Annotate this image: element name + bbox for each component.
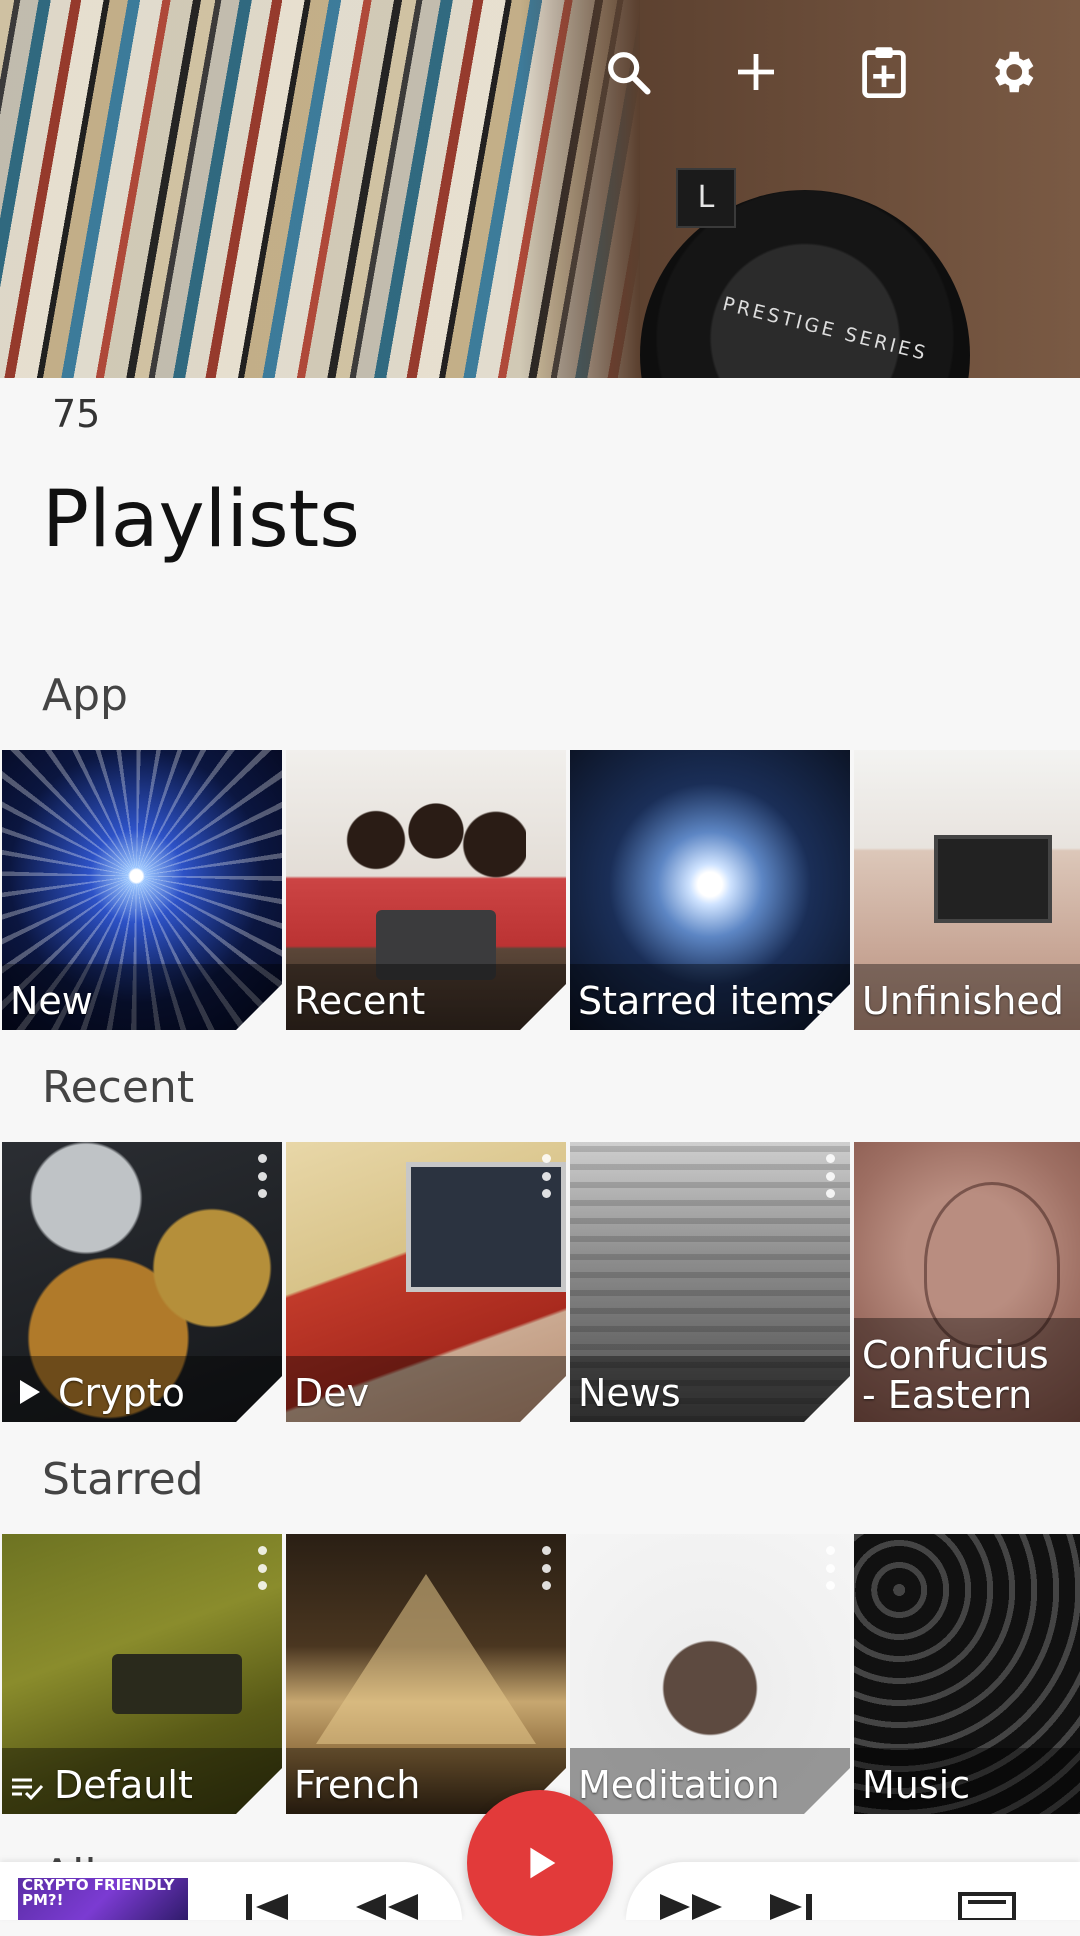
more-options-icon[interactable] xyxy=(540,1546,552,1590)
tile-french[interactable]: French xyxy=(286,1534,566,1814)
tile-label: Music xyxy=(862,1763,971,1808)
more-options-icon[interactable] xyxy=(824,1154,836,1198)
section-title-starred: Starred xyxy=(42,1454,204,1505)
tile-new[interactable]: New xyxy=(2,750,282,1030)
header-image: L PRESTIGE SERIES xyxy=(0,0,1080,378)
playlist-count: 75 xyxy=(52,392,101,436)
tile-label: Crypto xyxy=(58,1371,185,1416)
tile-label: Dev xyxy=(294,1371,370,1416)
fast-forward-icon[interactable] xyxy=(656,1890,726,1920)
queue-icon[interactable] xyxy=(956,1890,1018,1920)
more-options-icon[interactable] xyxy=(824,1546,836,1590)
paste-button[interactable] xyxy=(840,40,928,104)
play-icon xyxy=(530,1847,556,1879)
starred-playlists-row: Default French Meditation Music xyxy=(0,1534,1080,1816)
now-playing-thumbnail[interactable]: CRYPTO FRIENDLY PM?! xyxy=(18,1878,188,1920)
tile-music[interactable]: Music xyxy=(854,1534,1080,1814)
tile-label: French xyxy=(294,1763,421,1808)
tile-label: Confucius - Eastern xyxy=(862,1333,1049,1418)
tile-label: Meditation xyxy=(578,1763,780,1808)
header-actions xyxy=(584,40,1056,104)
page-title: Playlists xyxy=(42,475,360,565)
clipboard-add-icon xyxy=(862,47,906,99)
rewind-icon[interactable] xyxy=(352,1890,422,1920)
app-playlists-row: New Recent Starred items Unfinished xyxy=(0,750,1080,1032)
tile-confucius[interactable]: Confucius - Eastern xyxy=(854,1142,1080,1422)
play-button[interactable] xyxy=(467,1790,613,1936)
tile-label: Recent xyxy=(294,979,426,1024)
tile-dev[interactable]: Dev xyxy=(286,1142,566,1422)
tile-unfinished[interactable]: Unfinished xyxy=(854,750,1080,1030)
skip-previous-icon[interactable] xyxy=(244,1890,292,1920)
tile-label: News xyxy=(578,1371,681,1416)
tile-recent[interactable]: Recent xyxy=(286,750,566,1030)
player-right-panel xyxy=(626,1862,1080,1920)
tile-label: Default xyxy=(54,1763,193,1808)
search-icon xyxy=(608,52,651,95)
tile-label: Starred items xyxy=(578,979,836,1024)
tile-meditation[interactable]: Meditation xyxy=(570,1534,850,1814)
more-options-icon[interactable] xyxy=(256,1154,268,1198)
tile-default[interactable]: Default xyxy=(2,1534,282,1814)
tile-news[interactable]: News xyxy=(570,1142,850,1422)
skip-next-icon[interactable] xyxy=(766,1890,814,1920)
tile-label: New xyxy=(10,979,93,1024)
settings-icon xyxy=(995,51,1034,93)
add-button[interactable] xyxy=(712,40,800,104)
record-spines-art xyxy=(0,0,640,378)
tile-label: Unfinished xyxy=(862,979,1064,1024)
recent-playlists-row: Crypto Dev News Confucius - Eastern xyxy=(0,1142,1080,1424)
tile-starred-items[interactable]: Starred items xyxy=(570,750,850,1030)
tile-crypto[interactable]: Crypto xyxy=(2,1142,282,1422)
now-playing-icon xyxy=(20,1380,40,1404)
more-options-icon[interactable] xyxy=(540,1154,552,1198)
more-options-icon[interactable] xyxy=(256,1546,268,1590)
headphone-badge: L xyxy=(676,168,736,228)
search-button[interactable] xyxy=(584,40,672,104)
thumbnail-text: CRYPTO FRIENDLY PM?! xyxy=(22,1878,175,1909)
section-title-app: App xyxy=(42,670,128,721)
queue-check-icon xyxy=(10,1774,44,1802)
section-title-recent: Recent xyxy=(42,1062,195,1113)
settings-button[interactable] xyxy=(968,40,1056,104)
add-icon xyxy=(738,54,774,90)
player-left-panel: CRYPTO FRIENDLY PM?! xyxy=(0,1862,462,1920)
